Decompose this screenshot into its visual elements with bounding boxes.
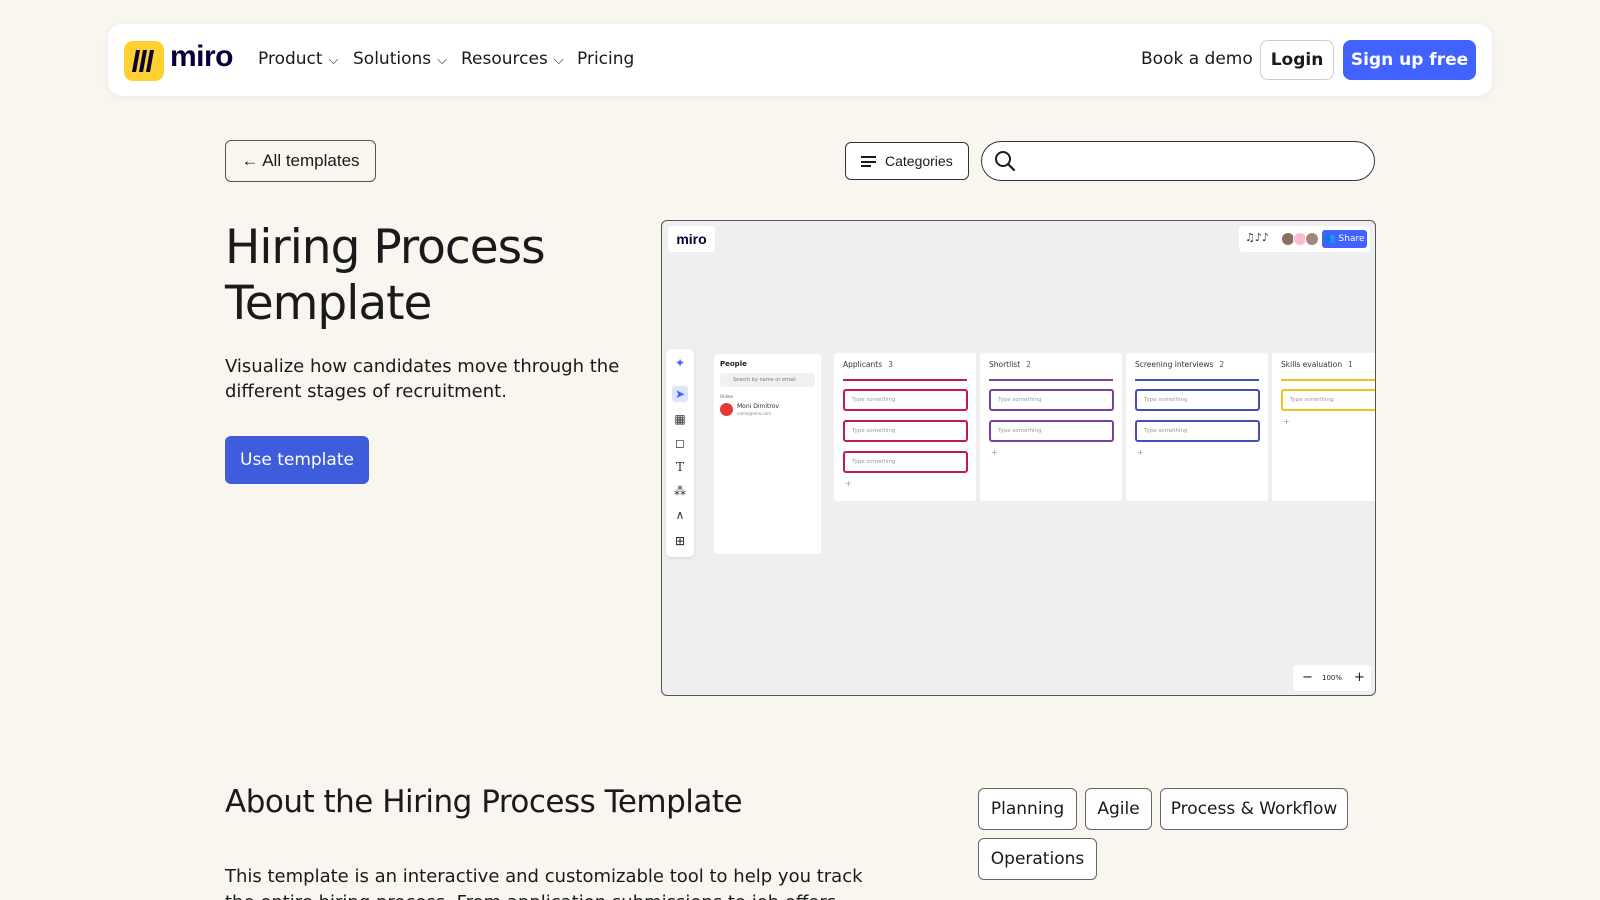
chevron-down-icon: ⌵ <box>328 53 339 68</box>
preview-miro-logo: miro <box>668 226 715 252</box>
zoom-level: 100% <box>1322 674 1343 682</box>
shapes-icon: ⁂ <box>674 484 686 498</box>
candidate-card: Type something <box>843 420 968 442</box>
column-divider <box>989 379 1113 381</box>
column-title: Screening interviews 2 <box>1135 360 1225 369</box>
people-title: People <box>720 360 747 368</box>
add-card-icon: + <box>1137 448 1144 457</box>
add-icon: ⊞ <box>674 534 686 548</box>
nav-item-product[interactable]: Product ⌵ <box>258 49 338 69</box>
column-divider <box>843 379 967 381</box>
candidate-card: Type something <box>843 451 968 473</box>
avatar <box>1305 232 1319 246</box>
table-icon: ▦ <box>674 412 686 426</box>
logo-wordmark[interactable]: miro <box>170 40 234 74</box>
sticky-note-icon: ◻ <box>675 436 685 450</box>
categories-label: Categories <box>885 153 953 169</box>
add-card-icon: + <box>1283 417 1290 426</box>
nav-item-resources[interactable]: Resources ⌵ <box>461 49 564 69</box>
page-title: Hiring Process Template <box>225 220 546 331</box>
add-card-icon: + <box>991 448 998 457</box>
login-button[interactable]: Login <box>1260 40 1334 80</box>
tag-agile[interactable]: Agile <box>1085 788 1152 830</box>
cursor-icon: ➤ <box>672 386 688 402</box>
column-title: Skills evaluation 1 <box>1281 360 1353 369</box>
nav-item-label: Product <box>258 49 323 69</box>
candidate-card: Type something <box>1281 389 1375 411</box>
kanban-column: Shortlist 2 Type something Type something… <box>980 353 1122 501</box>
people-group-label: Online <box>720 394 733 399</box>
search-icon <box>995 151 1016 172</box>
board-preview[interactable]: miro ♫♪♪ 👥 Share ✦ ➤ ▦ ◻ T ⁂ ∧ ⊞ People … <box>661 220 1376 696</box>
signup-button[interactable]: Sign up free <box>1343 40 1476 80</box>
categories-button[interactable]: Categories <box>845 142 969 180</box>
chevron-down-icon: ⌵ <box>553 53 564 68</box>
about-title: About the Hiring Process Template <box>225 784 743 820</box>
preview-collab-bar: ♫♪♪ 👥 Share <box>1239 226 1370 252</box>
zoom-control: − 100% + <box>1293 665 1371 691</box>
book-demo-link[interactable]: Book a demo <box>1141 49 1253 69</box>
template-description: Visualize how candidates move through th… <box>225 356 620 402</box>
avatar <box>720 403 733 416</box>
use-template-button[interactable]: Use template <box>225 436 369 484</box>
person-name: Moni Dimitrov <box>737 403 779 410</box>
tag-operations[interactable]: Operations <box>978 838 1097 880</box>
candidate-card: Type something <box>843 389 968 411</box>
about-body: This template is an interactive and cust… <box>225 866 863 900</box>
search-box[interactable] <box>981 141 1375 181</box>
nav-item-solutions[interactable]: Solutions ⌵ <box>353 49 447 69</box>
nav-item-label: Pricing <box>577 49 635 69</box>
add-card-icon: + <box>845 479 852 488</box>
person-email: name@miro.com <box>737 411 772 416</box>
all-templates-button[interactable]: ← All templates <box>225 140 376 182</box>
nav-item-pricing[interactable]: Pricing <box>577 49 634 69</box>
people-search: Search by name or email <box>720 373 815 387</box>
candidate-card: Type something <box>989 389 1114 411</box>
tag-planning[interactable]: Planning <box>978 788 1077 830</box>
menu-lines-icon <box>861 156 876 167</box>
zoom-out-icon: − <box>1302 670 1313 685</box>
kanban-column: Screening interviews 2 Type something Typ… <box>1126 353 1268 501</box>
preview-toolbar: ✦ ➤ ▦ ◻ T ⁂ ∧ ⊞ <box>666 349 694 557</box>
candidate-card: Type something <box>1135 420 1260 442</box>
top-navbar: miro Product ⌵ Solutions ⌵ Resources ⌵ Pric… <box>108 24 1492 96</box>
column-title: Shortlist 2 <box>989 360 1031 369</box>
nav-item-label: Solutions <box>353 49 432 69</box>
search-input[interactable] <box>1026 148 1356 174</box>
reactions-icon: ♫♪♪ <box>1245 231 1269 244</box>
candidate-card: Type something <box>989 420 1114 442</box>
ai-sparkle-icon: ✦ <box>674 356 686 370</box>
nav-item-label: Resources <box>461 49 548 69</box>
pen-icon: ∧ <box>675 508 685 522</box>
kanban-column: Skills evaluation 1 Type something + <box>1272 353 1375 501</box>
text-icon: T <box>675 460 684 474</box>
column-title: Applicants 3 <box>843 360 893 369</box>
kanban-column: Applicants 3 Type something Type somethin… <box>834 353 976 501</box>
column-divider <box>1281 379 1375 381</box>
people-panel: People Search by name or email Online Mo… <box>714 354 821 554</box>
tag-process-workflow[interactable]: Process & Workflow <box>1160 788 1348 830</box>
zoom-in-icon: + <box>1354 670 1365 685</box>
miro-logo-icon[interactable] <box>124 41 164 81</box>
candidate-card: Type something <box>1135 389 1260 411</box>
preview-share-button: 👥 Share <box>1322 230 1367 248</box>
chevron-down-icon: ⌵ <box>437 53 447 68</box>
column-divider <box>1135 379 1259 381</box>
